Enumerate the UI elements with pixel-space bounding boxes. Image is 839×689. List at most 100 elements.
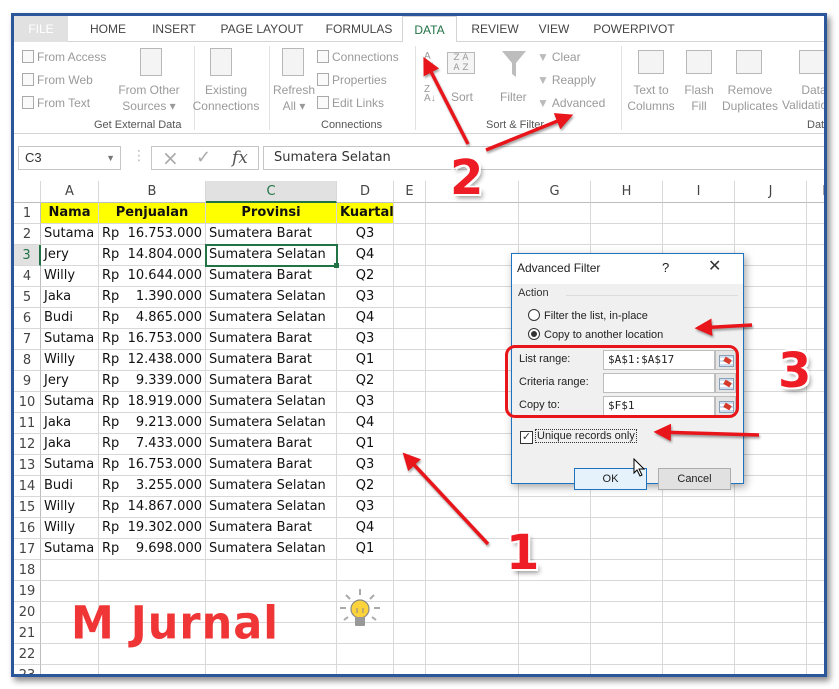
grid-cell[interactable]	[394, 308, 426, 329]
cell-nama[interactable]: Sutama	[41, 224, 99, 245]
cell-provinsi[interactable]: Sumatera Barat	[206, 455, 337, 476]
cell-kuartal[interactable]: Q3	[337, 224, 394, 245]
cell-provinsi[interactable]: Sumatera Barat	[206, 518, 337, 539]
cell-nama[interactable]: Budi	[41, 308, 99, 329]
grid-cell[interactable]	[394, 329, 426, 350]
grid-cell[interactable]	[394, 518, 426, 539]
grid-cell[interactable]	[426, 287, 519, 308]
grid-cell[interactable]	[807, 623, 824, 644]
grid-cell[interactable]	[426, 455, 519, 476]
grid-cell[interactable]	[735, 476, 807, 497]
grid-cell[interactable]	[735, 287, 807, 308]
cell-nama[interactable]: Sutama	[41, 392, 99, 413]
grid-cell[interactable]	[394, 203, 426, 224]
grid-cell[interactable]	[591, 203, 663, 224]
grid-cell[interactable]	[426, 665, 519, 674]
grid-cell[interactable]	[663, 518, 735, 539]
grid-cell[interactable]	[663, 497, 735, 518]
grid-cell[interactable]	[663, 602, 735, 623]
column-header-a[interactable]: A	[41, 181, 99, 203]
properties-button[interactable]: Properties	[317, 73, 387, 87]
cancel-icon[interactable]: ×	[162, 147, 179, 169]
grid-cell[interactable]	[807, 602, 824, 623]
row-header-10[interactable]: 10	[14, 392, 41, 413]
grid-cell[interactable]	[807, 203, 824, 224]
cell-provinsi[interactable]: Sumatera Barat	[206, 329, 337, 350]
row-header-5[interactable]: 5	[14, 287, 41, 308]
grid-cell[interactable]	[735, 623, 807, 644]
grid-cell[interactable]	[663, 644, 735, 665]
grid-cell[interactable]	[807, 266, 824, 287]
grid-cell[interactable]	[426, 413, 519, 434]
close-icon[interactable]: ✕	[708, 253, 721, 281]
reapply-button[interactable]: ▼ Reapply	[537, 73, 596, 87]
grid-cell[interactable]	[735, 497, 807, 518]
row-header-23[interactable]: 23	[14, 665, 41, 674]
grid-cell[interactable]	[426, 434, 519, 455]
grid-cell[interactable]	[807, 455, 824, 476]
grid-cell[interactable]	[807, 497, 824, 518]
formula-input[interactable]: Sumatera Selatan	[263, 146, 824, 170]
grid-cell[interactable]	[735, 539, 807, 560]
cell-penjualan[interactable]: Rp 7.433.000	[99, 434, 206, 455]
grid-cell[interactable]	[426, 266, 519, 287]
grid-cell[interactable]	[426, 581, 519, 602]
grid-cell[interactable]	[591, 224, 663, 245]
grid-cell[interactable]	[426, 224, 519, 245]
grid-cell[interactable]	[807, 644, 824, 665]
cell-provinsi[interactable]: Sumatera Selatan	[206, 539, 337, 560]
grid-cell[interactable]	[735, 602, 807, 623]
cell-provinsi[interactable]: Sumatera Barat	[206, 371, 337, 392]
tab-insert[interactable]: INSERT	[144, 16, 204, 42]
cell-kuartal[interactable]: Q4	[337, 518, 394, 539]
grid-cell[interactable]	[663, 623, 735, 644]
copy-to-location-option[interactable]: Copy to another location	[528, 328, 663, 341]
grid-cell[interactable]	[394, 350, 426, 371]
cell-kuartal[interactable]: Q3	[337, 329, 394, 350]
column-header-e[interactable]: E	[394, 181, 426, 203]
row-header-16[interactable]: 16	[14, 518, 41, 539]
grid-cell[interactable]	[394, 413, 426, 434]
header-cell[interactable]: Penjualan	[99, 203, 206, 224]
cell-provinsi[interactable]: Sumatera Selatan	[206, 308, 337, 329]
cell-penjualan[interactable]: Rp 4.865.000	[99, 308, 206, 329]
cell-provinsi[interactable]: Sumatera Barat	[206, 350, 337, 371]
grid-cell[interactable]	[591, 644, 663, 665]
grid-cell[interactable]	[99, 665, 206, 674]
cell-nama[interactable]: Budi	[41, 476, 99, 497]
row-header-19[interactable]: 19	[14, 581, 41, 602]
grid-cell[interactable]	[807, 434, 824, 455]
cell-provinsi[interactable]: Sumatera Selatan	[206, 392, 337, 413]
grid-cell[interactable]	[591, 623, 663, 644]
cell-kuartal[interactable]: Q2	[337, 476, 394, 497]
tab-review[interactable]: REVIEW	[466, 16, 524, 42]
row-header-17[interactable]: 17	[14, 539, 41, 560]
row-header-8[interactable]: 8	[14, 350, 41, 371]
grid-cell[interactable]	[394, 497, 426, 518]
grid-cell[interactable]	[337, 560, 394, 581]
cell-provinsi[interactable]: Sumatera Barat	[206, 224, 337, 245]
cell-provinsi[interactable]: Sumatera Selatan	[206, 476, 337, 497]
grid-cell[interactable]	[519, 644, 591, 665]
cell-kuartal[interactable]: Q2	[337, 266, 394, 287]
cell-provinsi[interactable]: Sumatera Selatan	[206, 413, 337, 434]
grid-cell[interactable]	[394, 602, 426, 623]
sort-button[interactable]: Sort	[451, 90, 473, 104]
grid-cell[interactable]	[394, 371, 426, 392]
grid-cell[interactable]	[519, 581, 591, 602]
cell-provinsi[interactable]: Sumatera Selatan	[206, 287, 337, 308]
tab-view[interactable]: VIEW	[532, 16, 576, 42]
unique-records-checkbox[interactable]: ✓	[520, 431, 533, 444]
fill-handle[interactable]	[334, 263, 339, 268]
grid-cell[interactable]	[591, 560, 663, 581]
cell-kuartal[interactable]: Q2	[337, 371, 394, 392]
grid-cell[interactable]	[807, 560, 824, 581]
row-header-7[interactable]: 7	[14, 329, 41, 350]
row-header-6[interactable]: 6	[14, 308, 41, 329]
grid-cell[interactable]	[394, 665, 426, 674]
help-icon[interactable]: ?	[662, 254, 669, 282]
cell-nama[interactable]: Sutama	[41, 329, 99, 350]
enter-icon[interactable]: ✓	[196, 147, 211, 169]
cell-nama[interactable]: Sutama	[41, 455, 99, 476]
cell-kuartal[interactable]: Q1	[337, 350, 394, 371]
